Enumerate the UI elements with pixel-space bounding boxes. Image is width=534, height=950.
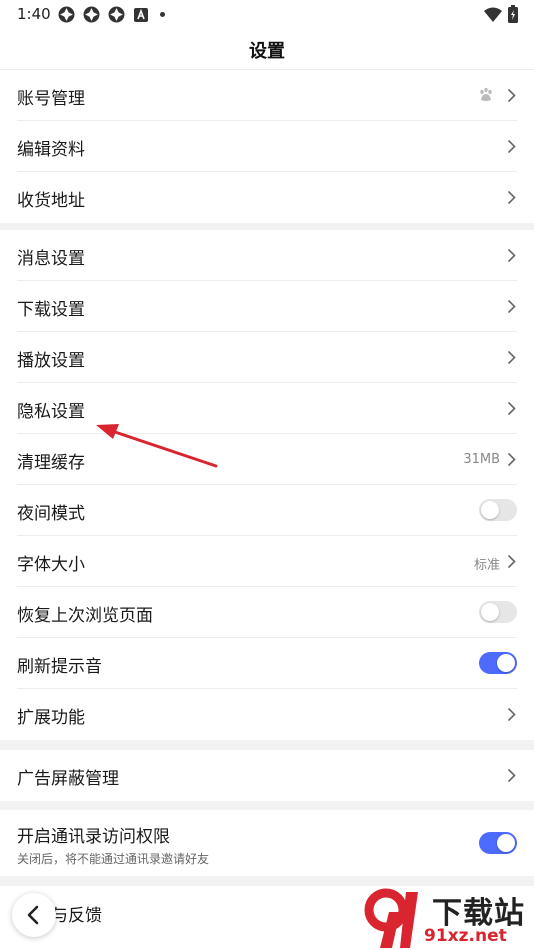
settings-row-edit-profile[interactable]: 编辑资料 xyxy=(0,121,534,172)
battery-icon xyxy=(508,5,518,23)
settings-row-extensions[interactable]: 扩展功能 xyxy=(0,689,534,740)
settings-group-general: 消息设置 下载设置 播放设置 隐私设置 清理缓存 31MB 夜间模式 字体大小 … xyxy=(0,230,534,740)
more-notifications-dot xyxy=(160,12,165,17)
chevron-right-icon xyxy=(507,452,516,467)
row-label: 清理缓存 xyxy=(17,453,85,473)
chevron-right-icon xyxy=(507,190,516,205)
chevron-right-icon xyxy=(507,299,516,314)
site-watermark: 下载站 91xz.net xyxy=(360,886,534,950)
settings-row-contacts-permission: 开启通讯录访问权限 关闭后，将不能通过通讯录邀请好友 xyxy=(0,810,534,876)
row-label: 编辑资料 xyxy=(17,140,85,160)
status-bar: 1:40 xyxy=(0,0,534,30)
wifi-icon xyxy=(484,7,502,22)
chevron-right-icon xyxy=(507,88,516,103)
settings-row-privacy-settings[interactable]: 隐私设置 xyxy=(0,383,534,434)
row-label: 收货地址 xyxy=(17,191,85,211)
refresh-sound-toggle[interactable] xyxy=(479,652,517,674)
settings-row-message-settings[interactable]: 消息设置 xyxy=(0,230,534,281)
settings-row-clear-cache[interactable]: 清理缓存 31MB xyxy=(0,434,534,485)
settings-row-ad-blocking[interactable]: 广告屏蔽管理 xyxy=(0,750,534,801)
chevron-right-icon xyxy=(507,554,516,569)
settings-row-download-settings[interactable]: 下载设置 xyxy=(0,281,534,332)
settings-group-ads: 广告屏蔽管理 xyxy=(0,750,534,801)
row-label: 字体大小 xyxy=(17,555,85,575)
app-notification-icon xyxy=(58,6,75,23)
toggle-knob xyxy=(481,603,499,621)
settings-row-playback-settings[interactable]: 播放设置 xyxy=(0,332,534,383)
chevron-right-icon xyxy=(507,248,516,263)
restore-last-page-toggle[interactable] xyxy=(479,601,517,623)
back-button[interactable] xyxy=(12,893,56,937)
watermark-logo-icon xyxy=(364,888,418,948)
settings-row-refresh-sound: 刷新提示音 xyxy=(0,638,534,689)
toggle-knob xyxy=(497,654,515,672)
status-time: 1:40 xyxy=(17,5,51,23)
chevron-right-icon xyxy=(507,350,516,365)
row-label: 下载设置 xyxy=(17,300,85,320)
title-bar: 设置 xyxy=(0,30,534,70)
app-a-icon xyxy=(134,8,148,22)
settings-row-restore-last-page: 恢复上次浏览页面 xyxy=(0,587,534,638)
chevron-left-icon xyxy=(27,905,39,925)
chevron-right-icon xyxy=(507,139,516,154)
toggle-knob xyxy=(481,501,499,519)
chevron-right-icon xyxy=(507,401,516,416)
row-label: 恢复上次浏览页面 xyxy=(17,606,153,626)
contacts-permission-toggle[interactable] xyxy=(479,832,517,854)
toggle-knob xyxy=(497,834,515,852)
app-notification-icon xyxy=(108,6,125,23)
row-label: 播放设置 xyxy=(17,351,85,371)
row-label: 刷新提示音 xyxy=(17,657,102,677)
night-mode-toggle[interactable] xyxy=(479,499,517,521)
settings-row-account-management[interactable]: 账号管理 xyxy=(0,70,534,121)
baidu-paw-icon xyxy=(480,87,492,101)
page-title: 设置 xyxy=(249,41,285,62)
settings-group-contacts: 开启通讯录访问权限 关闭后，将不能通过通讯录邀请好友 xyxy=(0,810,534,876)
font-size-value: 标准 xyxy=(473,558,500,573)
settings-row-shipping-address[interactable]: 收货地址 xyxy=(0,172,534,223)
cache-size-value: 31MB xyxy=(463,452,500,467)
settings-group-account: 账号管理 编辑资料 收货地址 xyxy=(0,70,534,223)
row-label: 开启通讯录访问权限 xyxy=(17,827,170,847)
row-label: 消息设置 xyxy=(17,249,85,269)
row-label: 广告屏蔽管理 xyxy=(17,769,119,789)
watermark-url: 91xz.net xyxy=(424,926,507,946)
row-label: 隐私设置 xyxy=(17,402,85,422)
chevron-right-icon xyxy=(507,707,516,722)
chevron-right-icon xyxy=(507,768,516,783)
row-label: 夜间模式 xyxy=(17,504,85,524)
row-label: 扩展功能 xyxy=(17,708,85,728)
settings-row-night-mode: 夜间模式 xyxy=(0,485,534,536)
row-label: 账号管理 xyxy=(17,89,85,109)
row-sublabel: 关闭后，将不能通过通讯录邀请好友 xyxy=(17,852,210,866)
app-notification-icon xyxy=(83,6,100,23)
settings-row-font-size[interactable]: 字体大小 标准 xyxy=(0,536,534,587)
